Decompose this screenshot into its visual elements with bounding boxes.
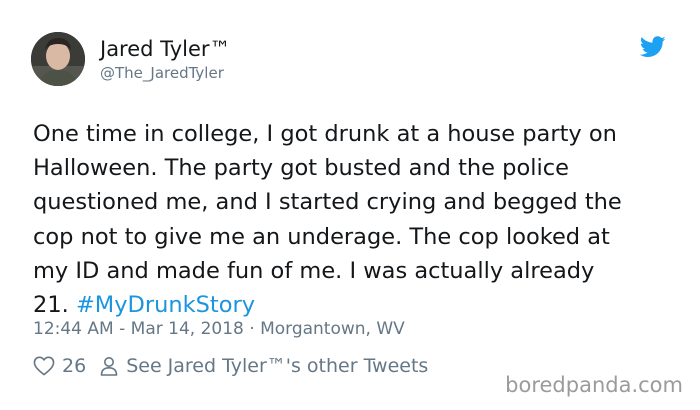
tweet-body: One time in college, I got drunk at a ho… — [33, 121, 622, 319]
tweet-date[interactable]: Mar 14, 2018 — [131, 319, 244, 339]
avatar-image — [31, 32, 85, 86]
tweet-text: One time in college, I got drunk at a ho… — [33, 117, 683, 322]
tweet-header: Jared Tyler™ @The_JaredTyler — [31, 32, 231, 86]
tweet-meta: 12:44 AM - Mar 14, 2018 · Morgantown, WV — [33, 318, 405, 340]
like-count: 26 — [62, 355, 87, 377]
hashtag-link[interactable]: #MyDrunkStory — [76, 292, 255, 318]
avatar[interactable] — [31, 32, 85, 86]
tweet-location[interactable]: Morgantown, WV — [260, 319, 405, 339]
other-tweets-link[interactable]: See Jared Tyler™'s other Tweets — [100, 355, 428, 377]
twitter-bird-icon[interactable] — [640, 36, 666, 58]
author-names: Jared Tyler™ @The_JaredTyler — [100, 36, 231, 83]
meta-dash: - — [113, 319, 131, 339]
tweet-card: Jared Tyler™ @The_JaredTyler One time in… — [0, 0, 700, 410]
other-tweets-label: See Jared Tyler™'s other Tweets — [126, 355, 429, 377]
author-display-name[interactable]: Jared Tyler™ — [100, 36, 231, 62]
person-icon — [100, 357, 118, 376]
meta-dot: · — [243, 319, 261, 339]
tweet-actions: 26 See Jared Tyler™'s other Tweets — [33, 355, 428, 377]
heart-icon — [33, 356, 55, 376]
author-handle[interactable]: @The_JaredTyler — [100, 63, 231, 83]
like-button[interactable]: 26 — [33, 355, 86, 377]
tweet-time[interactable]: 12:44 AM — [33, 319, 114, 339]
watermark: boredpanda.com — [505, 373, 683, 397]
